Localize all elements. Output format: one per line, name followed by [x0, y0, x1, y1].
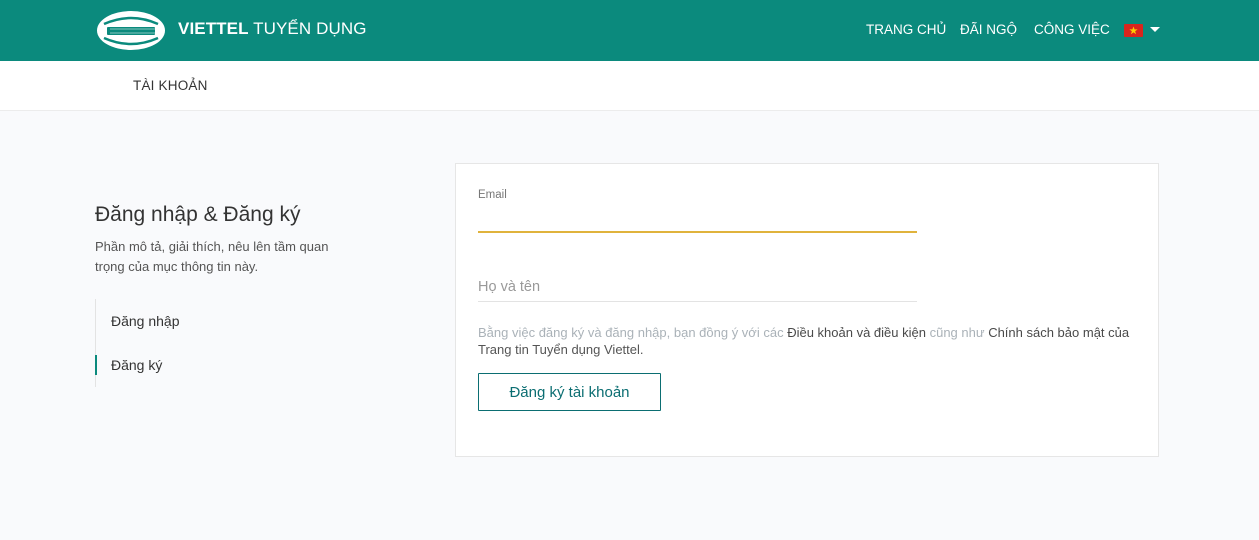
terms-suffix: Trang tin Tuyển dụng Viettel.	[478, 342, 644, 357]
sub-navigation-bar: TÀI KHOẢN	[0, 61, 1259, 111]
terms-notice: Bằng việc đăng ký và đăng nhập, bạn đồng…	[478, 324, 1148, 358]
section-title: Đăng nhập & Đăng ký	[95, 203, 301, 226]
nav-home[interactable]: TRANG CHỦ	[866, 22, 946, 37]
email-label: Email	[478, 189, 507, 201]
language-dropdown-caret-icon[interactable]	[1150, 27, 1160, 32]
brand-light: TUYỂN DỤNG	[253, 19, 367, 38]
brand-bold: VIETTEL	[178, 19, 249, 38]
tab-account[interactable]: TÀI KHOẢN	[133, 78, 208, 93]
section-description: Phần mô tả, giải thích, nêu lên tầm quan…	[95, 239, 329, 274]
nav-jobs[interactable]: CÔNG VIỆC	[1034, 22, 1110, 37]
privacy-link[interactable]: Chính sách bảo mật của	[988, 325, 1129, 340]
email-field[interactable]	[478, 205, 917, 233]
active-indicator	[95, 355, 97, 375]
terms-prefix: Bằng việc đăng ký và đăng nhập, bạn đồng…	[478, 325, 784, 340]
register-form-card: Email Bằng việc đăng ký và đăng nhập, bạ…	[455, 163, 1159, 457]
register-account-button[interactable]: Đăng ký tài khoản	[478, 373, 661, 411]
vietnam-flag-icon[interactable]	[1124, 24, 1143, 37]
side-item-login[interactable]: Đăng nhập	[111, 313, 180, 329]
nav-benefits[interactable]: ĐÃI NGỘ	[960, 22, 1017, 37]
viettel-logo[interactable]	[96, 10, 166, 51]
site-brand-title[interactable]: VIETTEL TUYỂN DỤNG	[178, 19, 367, 39]
side-item-register[interactable]: Đăng ký	[111, 357, 162, 373]
full-name-field[interactable]	[478, 272, 917, 302]
terms-link[interactable]: Điều khoản và điều kiện	[787, 325, 926, 340]
terms-middle: cũng như	[929, 325, 985, 340]
top-navigation-bar: VIETTEL TUYỂN DỤNG TRANG CHỦ ĐÃI NGỘ CÔN…	[0, 0, 1259, 61]
auth-side-menu: Đăng nhập Đăng ký	[95, 299, 295, 387]
